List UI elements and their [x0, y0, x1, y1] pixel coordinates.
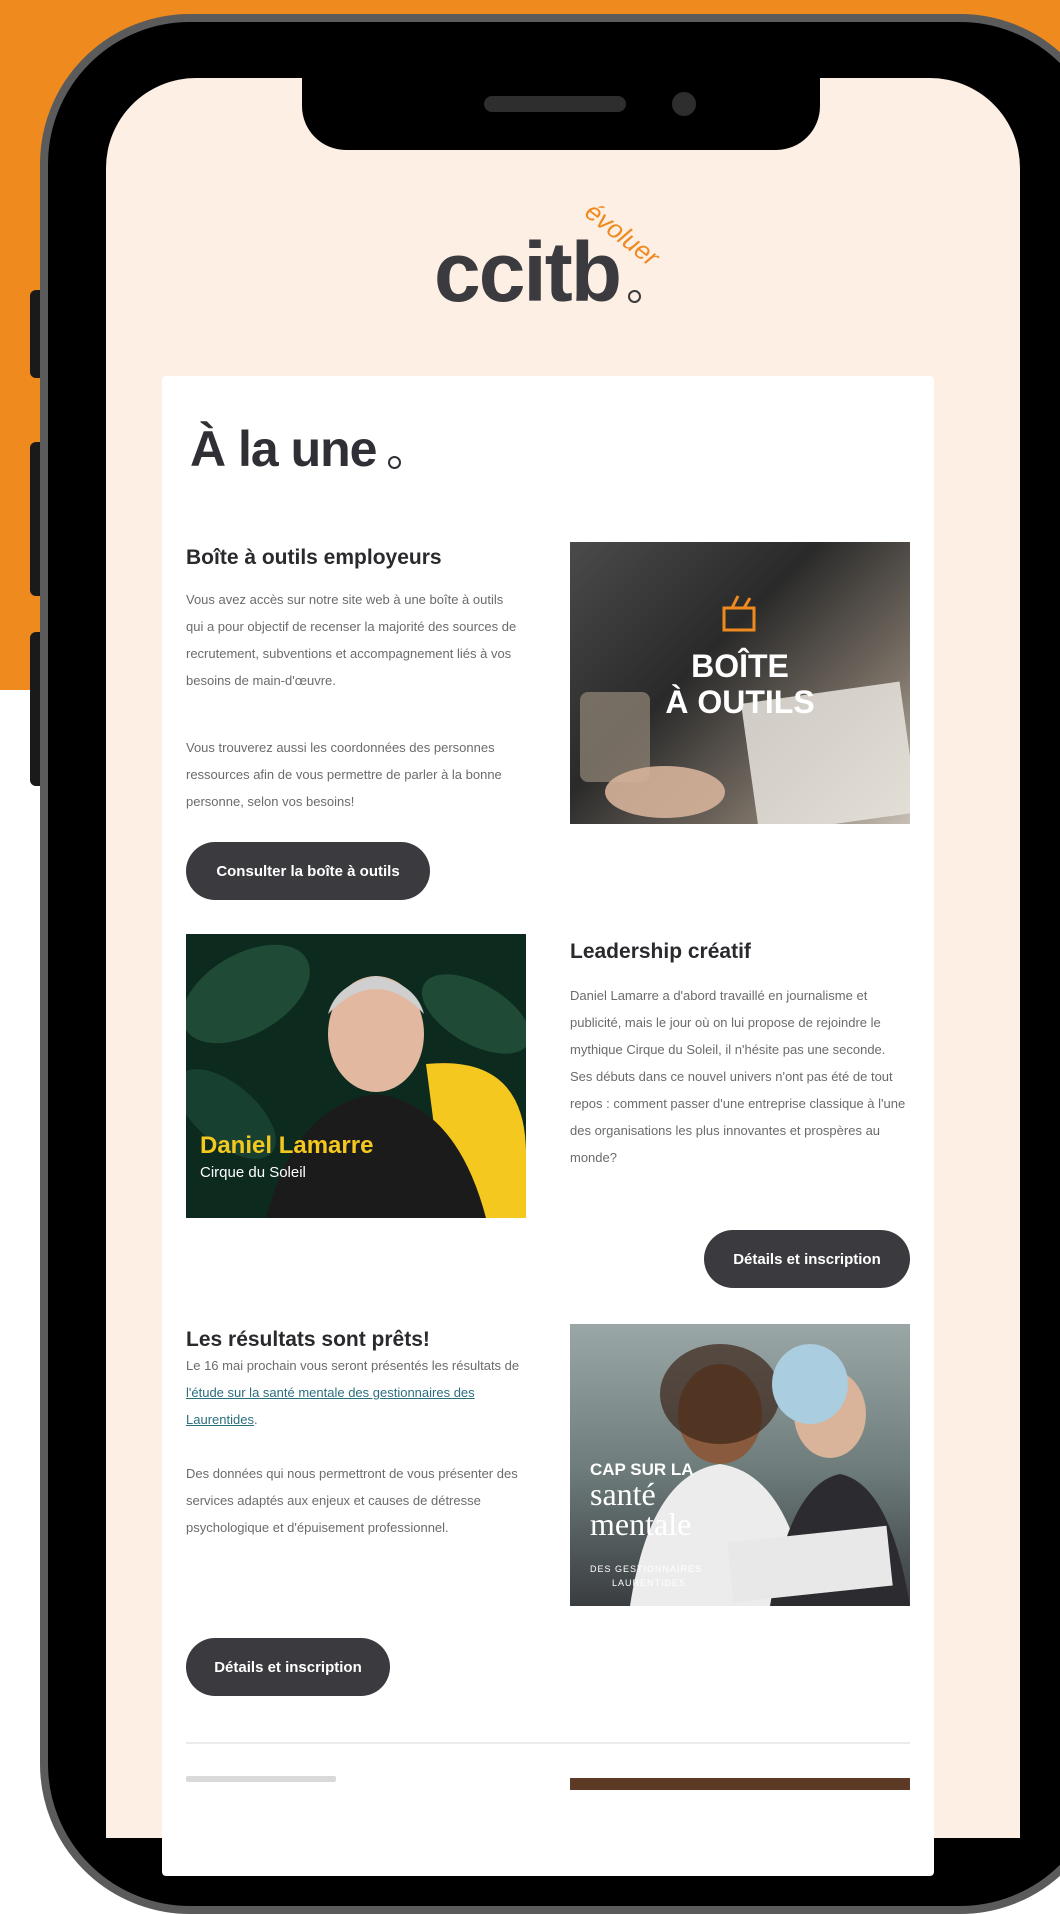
mental-health-image-line-3: mentale	[590, 1506, 692, 1542]
toolbox-image[interactable]: BOÎTE À OUTILS	[570, 542, 910, 824]
consult-toolbox-button[interactable]: Consulter la boîte à outils	[186, 842, 430, 900]
toolbox-image-line-2: À OUTILS	[665, 684, 815, 720]
mental-health-study-link[interactable]: l'étude sur la santé mentale des gestion…	[186, 1385, 475, 1427]
phone-camera	[672, 92, 696, 116]
mental-health-image-line-4: DES GESTIONNAIRES	[590, 1564, 703, 1574]
image-person-subtitle: Cirque du Soleil	[200, 1164, 306, 1181]
toolbox-image-line-1: BOÎTE	[691, 648, 789, 684]
page-title: À la une	[190, 421, 377, 477]
next-section-image	[570, 1778, 910, 1790]
toolbox-title: Boîte à outils employeurs	[186, 546, 442, 569]
image-person-name: Daniel Lamarre	[200, 1132, 374, 1159]
toolbox-paragraph-1: Vous avez accès sur notre site web à une…	[186, 592, 517, 688]
leadership-details-button[interactable]: Détails et inscription	[704, 1230, 910, 1288]
results-details-button[interactable]: Détails et inscription	[186, 1638, 390, 1696]
phone-notch	[302, 78, 820, 150]
leadership-title: Leadership créatif	[570, 940, 751, 963]
results-paragraph-end: .	[253, 1412, 258, 1427]
daniel-lamarre-image[interactable]: Daniel Lamarre Cirque du Soleil	[186, 934, 526, 1218]
toolbox-paragraph-2: Vous trouverez aussi les coordonnées des…	[186, 740, 502, 809]
mental-health-image-line-5: LAURENTIDES	[612, 1578, 687, 1588]
phone-speaker	[484, 96, 626, 112]
results-paragraph-intro: Le 16 mai prochain vous seront présentés…	[186, 1358, 520, 1373]
results-paragraph-2: Des données qui nous permettront de vous…	[186, 1466, 518, 1535]
results-title: Les résultats sont prêts!	[186, 1328, 430, 1351]
headline-dot-icon	[388, 456, 401, 469]
leadership-paragraph: Daniel Lamarre a d'abord travaillé en jo…	[570, 988, 906, 1165]
section-divider	[186, 1742, 910, 1744]
ccitb-logo[interactable]: ccitb	[434, 224, 622, 321]
mental-health-image[interactable]: CAP SUR LA santé mentale DES GESTIONNAIR…	[570, 1324, 910, 1606]
results-paragraph-1: Le 16 mai prochain vous seront présentés…	[186, 1352, 526, 1433]
next-section-title-placeholder	[186, 1776, 336, 1782]
logo-dot-icon	[628, 290, 641, 303]
